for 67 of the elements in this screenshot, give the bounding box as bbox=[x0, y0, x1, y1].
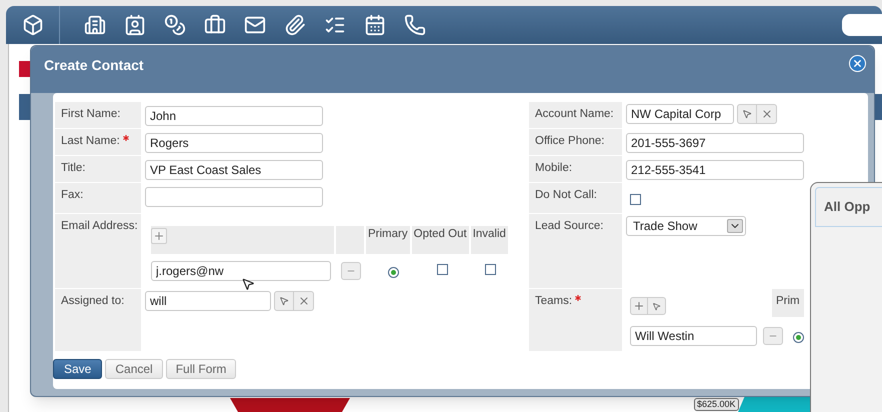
building-icon[interactable] bbox=[84, 14, 106, 36]
mail-icon[interactable] bbox=[244, 14, 266, 36]
calendar-icon[interactable] bbox=[364, 14, 386, 36]
column-header: Opted Out bbox=[412, 226, 469, 254]
field-label: Email Address: bbox=[61, 219, 138, 234]
field-label: Mobile: bbox=[535, 161, 572, 176]
add-button[interactable] bbox=[630, 297, 648, 315]
required-asterisk-icon bbox=[122, 135, 129, 141]
field-label: Lead Source: bbox=[535, 219, 604, 234]
team-field[interactable]: Will Westin bbox=[630, 326, 757, 346]
input-field[interactable]: John bbox=[145, 106, 323, 126]
select-button[interactable] bbox=[274, 291, 294, 311]
search-field[interactable] bbox=[842, 14, 882, 36]
clear-button[interactable] bbox=[757, 104, 777, 124]
chart-value-label: $625.00K bbox=[694, 398, 739, 411]
required-asterisk-icon bbox=[575, 295, 582, 301]
field-label: Account Name: bbox=[535, 107, 614, 122]
field-label: Last Name: bbox=[61, 134, 120, 149]
email-field[interactable]: j.rogers@nw bbox=[151, 261, 331, 281]
column-header: Prim bbox=[772, 289, 804, 317]
form-button[interactable]: Save bbox=[53, 359, 102, 379]
input-field[interactable]: Rogers bbox=[145, 133, 323, 153]
field-label: Do Not Call: bbox=[535, 188, 597, 203]
lead-source-dropdown[interactable]: Trade Show bbox=[626, 216, 746, 236]
input-field[interactable] bbox=[145, 187, 323, 207]
close-button[interactable] bbox=[849, 55, 866, 72]
input-field[interactable]: NW Capital Corp bbox=[626, 104, 734, 124]
form-button[interactable]: Cancel bbox=[105, 359, 163, 379]
select-button[interactable] bbox=[648, 297, 666, 315]
field-label: Fax: bbox=[61, 188, 84, 203]
close-icon bbox=[852, 58, 863, 69]
pointer-icon bbox=[279, 296, 289, 306]
clear-button[interactable] bbox=[294, 291, 314, 311]
pointer-icon bbox=[742, 109, 752, 119]
radio-button[interactable] bbox=[388, 267, 399, 278]
chevron-down-icon bbox=[727, 219, 743, 233]
plus-icon bbox=[153, 230, 165, 242]
field-label: Office Phone: bbox=[535, 134, 604, 149]
add-button[interactable] bbox=[151, 228, 167, 244]
checkbox[interactable] bbox=[437, 264, 448, 275]
field-label: First Name: bbox=[61, 107, 120, 122]
dialog-title: Create Contact bbox=[44, 56, 144, 75]
coins-icon[interactable] bbox=[164, 14, 186, 36]
radio-button[interactable] bbox=[793, 332, 804, 343]
field-label: Title: bbox=[61, 161, 86, 176]
field-label: Assigned to: bbox=[61, 294, 124, 309]
input-field[interactable]: VP East Coast Sales bbox=[145, 160, 323, 180]
field-label: Teams: bbox=[535, 294, 572, 309]
checkbox[interactable] bbox=[485, 264, 496, 275]
input-field[interactable]: will bbox=[145, 291, 271, 311]
cube-icon[interactable] bbox=[22, 14, 44, 36]
input-field[interactable]: 201-555-3697 bbox=[626, 133, 804, 153]
close-icon bbox=[760, 108, 772, 120]
plus-icon bbox=[633, 300, 645, 312]
dashlet-title: All Opp bbox=[824, 198, 870, 216]
column-header: Primary bbox=[366, 226, 410, 254]
pointer-icon bbox=[652, 302, 661, 310]
contact-card-icon[interactable] bbox=[124, 14, 146, 36]
briefcase-icon[interactable] bbox=[204, 14, 226, 36]
mouse-cursor-icon bbox=[241, 276, 255, 292]
checkbox[interactable] bbox=[630, 194, 641, 205]
phone-icon[interactable] bbox=[404, 14, 426, 36]
form-button[interactable]: Full Form bbox=[166, 359, 236, 379]
input-field[interactable]: 212-555-3541 bbox=[626, 160, 804, 180]
column-header: Invalid bbox=[470, 226, 508, 254]
select-button[interactable] bbox=[737, 104, 757, 124]
close-icon bbox=[298, 295, 310, 307]
